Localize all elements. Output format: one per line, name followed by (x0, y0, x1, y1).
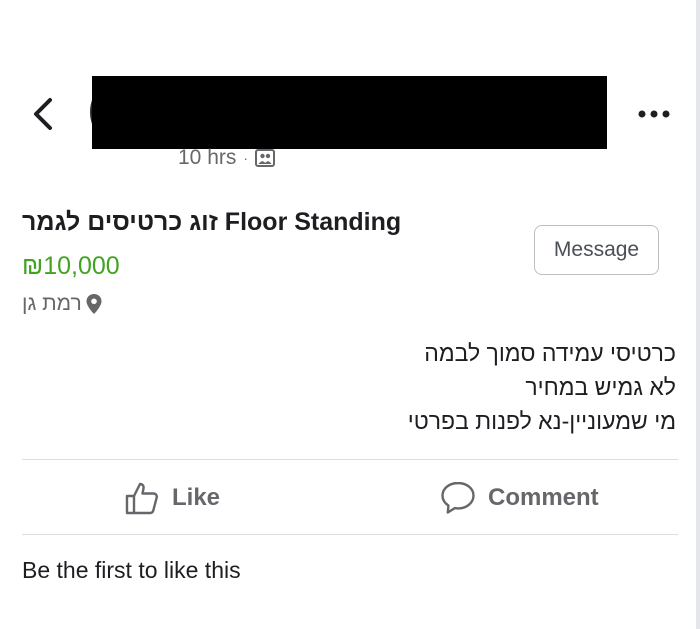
listing-description: כרטיסי עמידה סמוך לבמה לא גמיש במחיר מי … (408, 336, 676, 438)
message-button[interactable]: Message (534, 225, 659, 275)
comment-icon (441, 481, 475, 514)
friends-audience-icon (255, 149, 276, 167)
description-line: כרטיסי עמידה סמוך לבמה (424, 340, 676, 366)
listing-price: ₪10,000 (22, 252, 120, 280)
post-time: 10 hrs (178, 146, 237, 169)
chevron-left-icon (34, 98, 52, 130)
comment-label: Comment (488, 484, 599, 511)
description-line: לא גמיש במחיר (525, 374, 676, 400)
like-label: Like (172, 484, 221, 511)
back-button[interactable] (28, 92, 64, 136)
post-meta: 10 hrs · (178, 145, 276, 171)
redacted-name-block (92, 76, 607, 149)
thumbs-up-icon (125, 482, 158, 515)
listing-location[interactable]: רמת גן (22, 289, 103, 319)
divider (22, 459, 678, 460)
more-horizontal-icon (638, 110, 670, 118)
map-pin-icon (86, 294, 102, 314)
location-text: רמת גן (22, 292, 82, 315)
meta-separator: · (243, 150, 249, 166)
listing-title: זוג כרטיסים לגמר Floor Standing (22, 208, 402, 236)
description-line: מי שמעוניין-נא לפנות בפרטי (407, 408, 676, 434)
scrollbar-edge (696, 0, 700, 629)
more-options-button[interactable] (632, 96, 676, 132)
like-button[interactable]: Like (124, 468, 220, 528)
divider (22, 534, 678, 535)
likes-summary: Be the first to like this (22, 557, 241, 583)
comment-button[interactable]: Comment (440, 468, 599, 528)
